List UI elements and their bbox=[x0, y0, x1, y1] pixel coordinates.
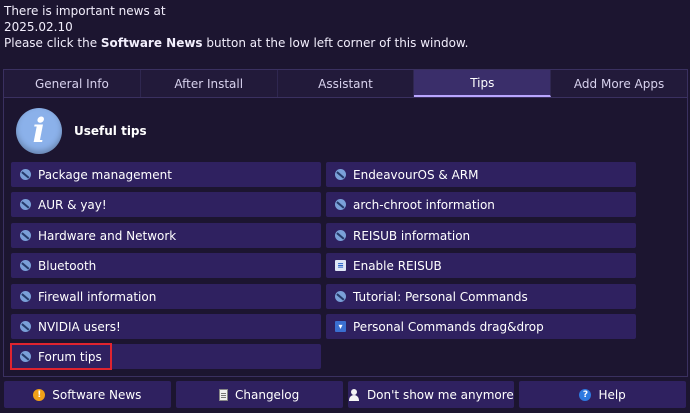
tab-tips[interactable]: Tips bbox=[414, 70, 552, 97]
tip-aur-yay-button[interactable]: AUR & yay! bbox=[11, 192, 321, 217]
tip-label: Hardware and Network bbox=[38, 228, 177, 243]
dont-show-label: Don't show me anymore bbox=[366, 387, 514, 402]
tip-label: Enable REISUB bbox=[353, 258, 442, 273]
info-icon: i bbox=[16, 108, 62, 154]
tip-label: arch-chroot information bbox=[353, 197, 495, 212]
tip-label: Personal Commands drag&drop bbox=[353, 319, 544, 334]
news-text-pre: Please click the bbox=[4, 36, 101, 50]
bottom-toolbar: ! Software News Changelog Don't show me … bbox=[4, 381, 686, 408]
news-text-post: button at the low left corner of this wi… bbox=[202, 36, 469, 50]
software-news-label: Software News bbox=[52, 387, 142, 402]
tab-general-info[interactable]: General Info bbox=[4, 70, 141, 97]
down-arrow-icon: ▾ bbox=[334, 320, 347, 333]
changelog-button[interactable]: Changelog bbox=[175, 381, 343, 408]
tip-hardware-network-button[interactable]: Hardware and Network bbox=[11, 223, 321, 248]
tip-endeavouros-arm-button[interactable]: EndeavourOS & ARM bbox=[326, 162, 636, 187]
tip-nvidia-button[interactable]: NVIDIA users! bbox=[11, 314, 321, 339]
tip-drag-drop-button[interactable]: ▾ Personal Commands drag&drop bbox=[326, 314, 636, 339]
no-entry-icon bbox=[19, 259, 32, 272]
tip-enable-reisub-button[interactable]: ≡ Enable REISUB bbox=[326, 253, 636, 278]
tab-after-install[interactable]: After Install bbox=[140, 70, 278, 97]
changelog-label: Changelog bbox=[235, 387, 300, 402]
help-icon: ? bbox=[579, 388, 592, 401]
no-entry-icon bbox=[334, 168, 347, 181]
tab-add-more-apps[interactable]: Add More Apps bbox=[551, 70, 687, 97]
highlight-box bbox=[10, 343, 112, 370]
tip-label: Tutorial: Personal Commands bbox=[353, 289, 528, 304]
news-line-1: There is important news at bbox=[4, 4, 166, 18]
tab-assistant[interactable]: Assistant bbox=[277, 70, 415, 97]
tip-label: NVIDIA users! bbox=[38, 319, 121, 334]
no-entry-icon bbox=[19, 198, 32, 211]
tip-label: REISUB information bbox=[353, 228, 471, 243]
document-icon bbox=[219, 388, 228, 401]
news-line-3: Please click the Software News button at… bbox=[4, 35, 468, 51]
no-entry-icon bbox=[19, 168, 32, 181]
tip-label: Bluetooth bbox=[38, 258, 97, 273]
no-entry-icon bbox=[19, 229, 32, 242]
tip-forum-tips-button[interactable]: Forum tips bbox=[10, 343, 321, 370]
tip-label: Package management bbox=[38, 167, 172, 182]
tip-reisub-info-button[interactable]: REISUB information bbox=[326, 223, 636, 248]
no-entry-icon bbox=[19, 320, 32, 333]
tips-page: i Useful tips Package management AUR & y… bbox=[8, 100, 681, 370]
software-news-button[interactable]: ! Software News bbox=[4, 381, 171, 408]
no-entry-icon bbox=[19, 290, 32, 303]
dont-show-button[interactable]: Don't show me anymore bbox=[347, 381, 515, 408]
tab-bar: General Info After Install Assistant Tip… bbox=[4, 70, 687, 98]
main-panel: General Info After Install Assistant Tip… bbox=[3, 69, 688, 377]
news-text-bold: Software News bbox=[100, 36, 203, 50]
tip-personal-commands-button[interactable]: Tutorial: Personal Commands bbox=[326, 284, 636, 309]
tip-bluetooth-button[interactable]: Bluetooth bbox=[11, 253, 321, 278]
tip-label: EndeavourOS & ARM bbox=[353, 167, 479, 182]
tips-header: i Useful tips bbox=[16, 108, 147, 154]
tip-label: AUR & yay! bbox=[38, 197, 107, 212]
document-icon: ≡ bbox=[334, 259, 347, 272]
tip-package-management-button[interactable]: Package management bbox=[11, 162, 321, 187]
news-banner: There is important news at 2025.02.10 Pl… bbox=[4, 3, 468, 51]
tip-label: Firewall information bbox=[38, 289, 157, 304]
help-button[interactable]: ? Help bbox=[519, 381, 686, 408]
tip-firewall-button[interactable]: Firewall information bbox=[11, 284, 321, 309]
tip-arch-chroot-button[interactable]: arch-chroot information bbox=[326, 192, 636, 217]
no-entry-icon bbox=[334, 229, 347, 242]
help-label: Help bbox=[598, 387, 626, 402]
news-date: 2025.02.10 bbox=[4, 20, 73, 34]
no-entry-icon bbox=[334, 290, 347, 303]
person-icon bbox=[348, 388, 360, 401]
alert-icon: ! bbox=[33, 388, 46, 401]
page-title: Useful tips bbox=[74, 124, 147, 138]
no-entry-icon bbox=[334, 198, 347, 211]
